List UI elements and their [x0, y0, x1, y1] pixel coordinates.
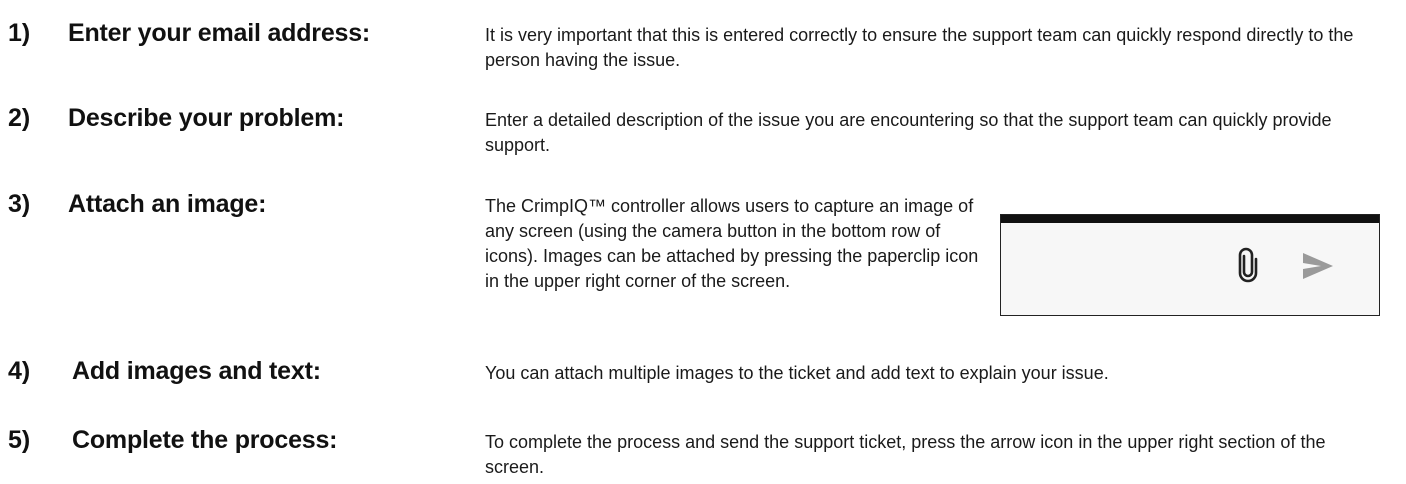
step-description: It is very important that this is entere… — [485, 25, 1354, 70]
step-title: Attach an image: — [68, 190, 267, 218]
step-number: 4) — [8, 357, 31, 385]
toolbar-top-bar — [1001, 215, 1379, 223]
step-description: You can attach multiple images to the ti… — [485, 363, 1109, 383]
step-title: Add images and text: — [72, 357, 321, 385]
step-number: 5) — [8, 426, 31, 454]
step-title: Enter your email address: — [68, 19, 371, 47]
paperclip-icon — [1238, 247, 1258, 283]
step-number: 3) — [8, 190, 31, 218]
send-arrow-icon — [1303, 253, 1333, 279]
step-number: 1) — [8, 19, 31, 47]
step-title: Describe your problem: — [68, 104, 345, 132]
step-description: The CrimpIQ™ controller allows users to … — [485, 196, 979, 291]
toolbar-screenshot — [1000, 214, 1380, 316]
step-description: Enter a detailed description of the issu… — [485, 110, 1332, 155]
step-title: Complete the process: — [72, 426, 338, 454]
step-number: 2) — [8, 104, 31, 132]
step-description: To complete the process and send the sup… — [485, 432, 1326, 477]
